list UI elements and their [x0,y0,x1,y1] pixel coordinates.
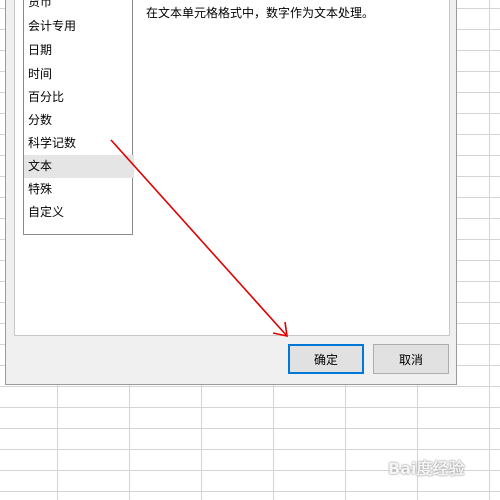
cancel-button[interactable]: 取消 [373,344,449,374]
category-item-currency[interactable]: 货币 [24,0,134,14]
number-format-panel: 货币 会计专用 日期 时间 百分比 分数 科学记数 文本 特殊 自定义 在文本单… [14,0,450,336]
category-item-special[interactable]: 特殊 [24,178,134,201]
category-item-percentage[interactable]: 百分比 [24,86,134,109]
category-item-custom[interactable]: 自定义 [24,201,134,224]
watermark-logo: Bai度经验 [388,459,465,478]
category-item-scientific[interactable]: 科学记数 [24,132,134,155]
ok-button[interactable]: 确定 [288,344,364,374]
category-item-accounting[interactable]: 会计专用 [24,15,134,38]
category-item-date[interactable]: 日期 [24,39,134,62]
category-item-text[interactable]: 文本 [24,155,134,178]
format-cells-dialog: 货币 会计专用 日期 时间 百分比 分数 科学记数 文本 特殊 自定义 在文本单… [5,0,457,385]
category-list[interactable]: 货币 会计专用 日期 时间 百分比 分数 科学记数 文本 特殊 自定义 [23,0,134,235]
category-item-time[interactable]: 时间 [24,63,134,86]
category-item-fraction[interactable]: 分数 [24,109,134,132]
format-description: 在文本单元格格式中，数字作为文本处理。 [146,6,375,20]
